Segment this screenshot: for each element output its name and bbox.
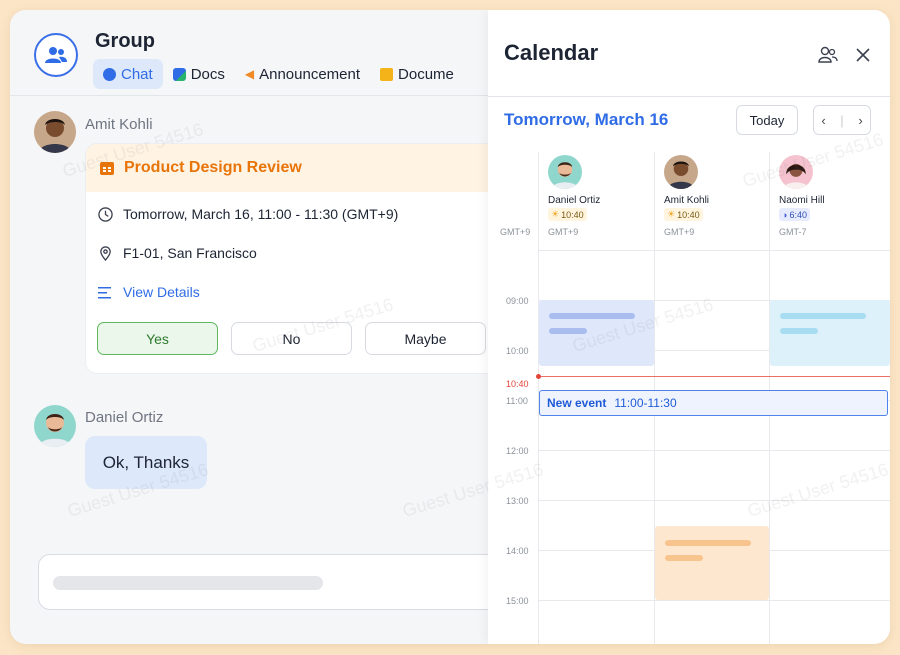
current-time-line — [538, 376, 890, 377]
calendar-panel: Calendar Tomorrow, March 16 Today ‹ | › — [488, 10, 890, 644]
grid-line — [538, 600, 890, 601]
busy-placeholder — [549, 313, 635, 319]
local-time: 10:40 — [561, 209, 584, 220]
local-time-badge: ☀ 10:40 — [664, 208, 703, 221]
busy-block[interactable] — [655, 526, 769, 600]
sun-icon: ☀ — [551, 209, 560, 219]
current-time-label: 10:40 — [506, 379, 529, 389]
attendee-name: Naomi Hill — [779, 195, 825, 206]
date-navigation: ‹ | › — [813, 105, 871, 135]
rsvp-no-button[interactable]: No — [231, 322, 352, 355]
attendees-icon[interactable] — [816, 43, 840, 67]
avatar[interactable] — [664, 155, 698, 189]
event-invite-card[interactable]: Product Design Review Tomorrow, March 16… — [85, 143, 505, 374]
busy-placeholder — [665, 555, 703, 561]
details-lines-icon — [98, 286, 111, 298]
attendee-name: Amit Kohli — [664, 195, 710, 206]
tab-label: Announcement — [259, 65, 361, 83]
today-button[interactable]: Today — [736, 105, 798, 135]
message-bubble: Ok, Thanks — [85, 436, 207, 489]
tab-announcement[interactable]: ◀ Announcement — [235, 59, 370, 89]
input-placeholder-bar — [53, 576, 323, 590]
sender-name: Amit Kohli — [85, 116, 153, 133]
busy-block[interactable] — [770, 300, 890, 366]
hour-label: 10:00 — [506, 346, 529, 356]
hour-label: 12:00 — [506, 446, 529, 456]
local-time: 10:40 — [677, 209, 700, 220]
next-day-button[interactable]: › — [858, 113, 862, 128]
tab-label: Docs — [190, 65, 225, 83]
nav-separator: | — [840, 112, 844, 128]
hour-label: 14:00 — [506, 546, 529, 556]
hour-label: 11:00 — [506, 396, 528, 406]
grid-line — [538, 500, 890, 501]
event-location: F1-01, San Francisco — [123, 245, 257, 261]
folder-icon — [380, 67, 394, 81]
docs-icon — [172, 67, 186, 81]
view-details-link[interactable]: View Details — [98, 284, 200, 300]
group-icon[interactable] — [34, 33, 78, 77]
prev-day-button[interactable]: ‹ — [821, 113, 825, 128]
busy-placeholder — [549, 328, 587, 334]
busy-block[interactable] — [539, 300, 654, 366]
message-input[interactable] — [38, 554, 508, 610]
busy-placeholder — [665, 540, 751, 546]
app-window: Group Chat Docs ◀ Announcement Docume Am… — [10, 10, 890, 644]
event-card-header: Product Design Review — [86, 144, 504, 192]
grid-line — [538, 450, 890, 451]
busy-placeholder — [780, 328, 818, 334]
rsvp-yes-button[interactable]: Yes — [97, 322, 218, 355]
hour-label: 15:00 — [506, 596, 529, 606]
tab-chat[interactable]: Chat — [93, 59, 163, 89]
attendee-name: Daniel Ortiz — [548, 195, 601, 206]
avatar-amit-kohli[interactable] — [34, 111, 76, 153]
current-time-dot — [536, 374, 541, 379]
busy-placeholder — [780, 313, 866, 319]
calendar-date: Tomorrow, March 16 — [504, 110, 669, 129]
divider — [488, 96, 890, 97]
timezone: GMT+9 — [664, 227, 695, 237]
timezone: GMT-7 — [779, 227, 807, 237]
view-details-label: View Details — [123, 284, 200, 300]
event-time: Tomorrow, March 16, 11:00 - 11:30 (GMT+9… — [123, 206, 399, 222]
hour-label: 09:00 — [506, 296, 529, 306]
close-icon[interactable] — [851, 43, 875, 67]
gutter-timezone: GMT+9 — [500, 227, 531, 237]
avatar[interactable] — [779, 155, 813, 189]
new-event-time: 11:00-11:30 — [614, 396, 677, 410]
group-title: Group — [95, 30, 155, 52]
local-time-badge: ☀ 10:40 — [548, 208, 587, 221]
event-location-row: F1-01, San Francisco — [98, 245, 257, 261]
chat-tabs: Chat Docs ◀ Announcement Docume — [93, 59, 464, 89]
sender-name: Daniel Ortiz — [85, 409, 164, 426]
hour-label: 13:00 — [506, 496, 529, 506]
rsvp-maybe-button[interactable]: Maybe — [365, 322, 486, 355]
calendar-icon — [100, 162, 114, 175]
avatar[interactable] — [548, 155, 582, 189]
chat-bubble-icon — [103, 67, 116, 81]
sun-icon: ☀ — [667, 209, 676, 219]
event-title: Product Design Review — [124, 159, 302, 176]
clock-icon — [98, 206, 113, 222]
grid-line — [538, 250, 890, 251]
avatar-daniel-ortiz[interactable] — [34, 405, 76, 447]
new-event-label: New event — [547, 396, 607, 410]
tab-label: Chat — [121, 65, 153, 83]
local-time-badge: ◑ 6:40 — [779, 208, 810, 221]
megaphone-icon: ◀ — [244, 67, 255, 81]
tab-documents[interactable]: Docume — [370, 59, 464, 89]
moon-icon: ◑ — [782, 209, 788, 220]
calendar-title: Calendar — [504, 40, 599, 65]
chat-header: Group Chat Docs ◀ Announcement Docume — [10, 10, 488, 96]
event-time-row: Tomorrow, March 16, 11:00 - 11:30 (GMT+9… — [98, 206, 398, 222]
location-pin-icon — [100, 245, 111, 261]
local-time: 6:40 — [789, 209, 807, 220]
chat-panel: Group Chat Docs ◀ Announcement Docume Am… — [10, 10, 508, 644]
tab-label: Docume — [398, 65, 454, 83]
new-event-block[interactable]: New event 11:00-11:30 — [539, 390, 888, 416]
timezone: GMT+9 — [548, 227, 579, 237]
tab-docs[interactable]: Docs — [163, 59, 235, 89]
